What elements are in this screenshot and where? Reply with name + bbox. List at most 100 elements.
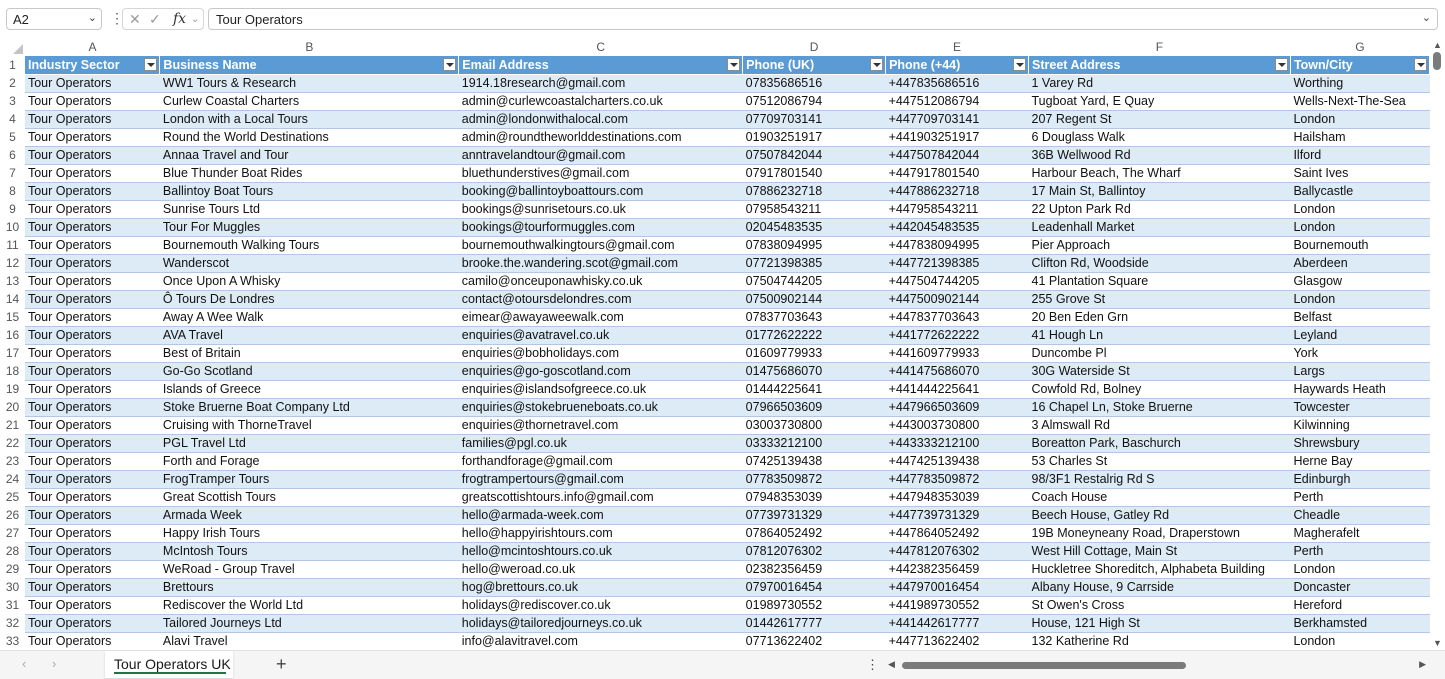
table-cell[interactable]: Tour Operators xyxy=(24,272,160,291)
table-cell[interactable]: enquiries@avatravel.co.uk xyxy=(458,326,743,345)
table-cell[interactable]: forthandforage@gmail.com xyxy=(458,452,743,471)
row-number[interactable]: 33 xyxy=(0,632,25,650)
table-cell[interactable]: St Owen's Cross xyxy=(1028,596,1291,615)
table-cell[interactable]: Tour Operators xyxy=(24,308,160,327)
table-cell[interactable]: anntravelandtour@gmail.com xyxy=(458,146,743,165)
table-cell[interactable]: Best of Britain xyxy=(159,344,459,363)
table-cell[interactable]: 07783509872 xyxy=(742,470,886,489)
table-cell[interactable]: Huckletree Shoreditch, Alphabeta Buildin… xyxy=(1028,560,1291,579)
table-cell[interactable]: Doncaster xyxy=(1290,578,1430,597)
table-cell[interactable]: 53 Charles St xyxy=(1028,452,1291,471)
row-number[interactable]: 8 xyxy=(0,182,25,200)
table-cell[interactable]: Tour Operators xyxy=(24,380,160,399)
table-cell[interactable]: frogtrampertours@gmail.com xyxy=(458,470,743,489)
table-cell[interactable]: +447886232718 xyxy=(885,182,1029,201)
table-cell[interactable]: AVA Travel xyxy=(159,326,459,345)
table-cell[interactable]: Blue Thunder Boat Rides xyxy=(159,164,459,183)
table-cell[interactable]: +447812076302 xyxy=(885,542,1029,561)
table-cell[interactable]: Edinburgh xyxy=(1290,470,1430,489)
table-cell[interactable]: London xyxy=(1290,632,1430,650)
table-cell[interactable]: 07739731329 xyxy=(742,506,886,525)
table-cell[interactable]: London with a Local Tours xyxy=(159,110,459,129)
table-cell[interactable]: contact@otoursdelondres.com xyxy=(458,290,743,309)
table-cell[interactable]: 36B Wellwood Rd xyxy=(1028,146,1291,165)
table-cell[interactable]: Towcester xyxy=(1290,398,1430,417)
table-cell[interactable]: greatscottishtours.info@gmail.com xyxy=(458,488,743,507)
name-box[interactable]: A2 ⌄ xyxy=(6,8,102,30)
table-cell[interactable]: Tour Operators xyxy=(24,452,160,471)
table-cell[interactable]: +441989730552 xyxy=(885,596,1029,615)
row-number[interactable]: 2 xyxy=(0,74,25,92)
row-number[interactable]: 21 xyxy=(0,416,25,434)
row-number[interactable]: 30 xyxy=(0,578,25,596)
table-cell[interactable]: +447507842044 xyxy=(885,146,1029,165)
table-cell[interactable]: Ô Tours De Londres xyxy=(159,290,459,309)
row-number[interactable]: 15 xyxy=(0,308,25,326)
table-cell[interactable]: +447917801540 xyxy=(885,164,1029,183)
table-cell[interactable]: Duncombe Pl xyxy=(1028,344,1291,363)
table-cell[interactable]: 07917801540 xyxy=(742,164,886,183)
scroll-down-icon[interactable]: ▼ xyxy=(1433,638,1442,648)
table-cell[interactable]: holidays@tailoredjourneys.co.uk xyxy=(458,614,743,633)
formula-input[interactable]: Tour Operators ⌄ xyxy=(208,8,1438,30)
table-cell[interactable]: House, 121 High St xyxy=(1028,614,1291,633)
filter-dropdown-icon[interactable] xyxy=(727,58,741,71)
column-header-f[interactable]: F xyxy=(1028,38,1291,56)
table-cell[interactable]: 19B Moneyneany Road, Draperstown xyxy=(1028,524,1291,543)
row-number[interactable]: 16 xyxy=(0,326,25,344)
row-number[interactable]: 13 xyxy=(0,272,25,290)
table-cell[interactable]: Tour For Muggles xyxy=(159,218,459,237)
row-number[interactable]: 29 xyxy=(0,560,25,578)
table-cell[interactable]: Tour Operators xyxy=(24,362,160,381)
table-cell[interactable]: WW1 Tours & Research xyxy=(159,74,459,93)
table-cell[interactable]: enquiries@go-goscotland.com xyxy=(458,362,743,381)
table-cell[interactable]: 07713622402 xyxy=(742,632,886,650)
header-cell[interactable]: Town/City xyxy=(1290,56,1430,75)
filter-dropdown-icon[interactable] xyxy=(1274,58,1288,71)
row-number[interactable]: 3 xyxy=(0,92,25,110)
table-cell[interactable]: Tour Operators xyxy=(24,146,160,165)
scroll-right-icon[interactable]: ▶ xyxy=(1419,659,1426,670)
table-cell[interactable]: Great Scottish Tours xyxy=(159,488,459,507)
table-cell[interactable]: PGL Travel Ltd xyxy=(159,434,459,453)
table-cell[interactable]: admin@roundtheworlddestinations.com xyxy=(458,128,743,147)
table-cell[interactable]: WeRoad - Group Travel xyxy=(159,560,459,579)
table-cell[interactable]: Tour Operators xyxy=(24,596,160,615)
table-cell[interactable]: +441903251917 xyxy=(885,128,1029,147)
table-cell[interactable]: +447864052492 xyxy=(885,524,1029,543)
table-cell[interactable]: Boreatton Park, Baschurch xyxy=(1028,434,1291,453)
table-cell[interactable]: +441772622222 xyxy=(885,326,1029,345)
table-cell[interactable]: +447783509872 xyxy=(885,470,1029,489)
table-cell[interactable]: 6 Douglass Walk xyxy=(1028,128,1291,147)
table-cell[interactable]: +441442617777 xyxy=(885,614,1029,633)
chevron-down-icon[interactable]: ⌄ xyxy=(88,11,97,24)
table-cell[interactable]: McIntosh Tours xyxy=(159,542,459,561)
table-cell[interactable]: 01989730552 xyxy=(742,596,886,615)
table-cell[interactable]: +447970016454 xyxy=(885,578,1029,597)
table-cell[interactable]: 07948353039 xyxy=(742,488,886,507)
table-cell[interactable]: Armada Week xyxy=(159,506,459,525)
table-cell[interactable]: Herne Bay xyxy=(1290,452,1430,471)
table-cell[interactable]: 03003730800 xyxy=(742,416,886,435)
table-cell[interactable]: hello@weroad.co.uk xyxy=(458,560,743,579)
row-number[interactable]: 11 xyxy=(0,236,25,254)
table-cell[interactable]: hello@happyirishtours.com xyxy=(458,524,743,543)
table-cell[interactable]: bookings@tourformuggles.com xyxy=(458,218,743,237)
table-cell[interactable]: enquiries@bobholidays.com xyxy=(458,344,743,363)
table-cell[interactable]: +441609779933 xyxy=(885,344,1029,363)
table-cell[interactable]: Glasgow xyxy=(1290,272,1430,291)
table-cell[interactable]: +447425139438 xyxy=(885,452,1029,471)
table-cell[interactable]: Tour Operators xyxy=(24,506,160,525)
table-cell[interactable]: Alavi Travel xyxy=(159,632,459,650)
table-cell[interactable]: 03333212100 xyxy=(742,434,886,453)
table-cell[interactable]: Tour Operators xyxy=(24,290,160,309)
table-cell[interactable]: 16 Chapel Ln, Stoke Bruerne xyxy=(1028,398,1291,417)
table-cell[interactable]: Once Upon A Whisky xyxy=(159,272,459,291)
table-cell[interactable]: +447837703643 xyxy=(885,308,1029,327)
table-cell[interactable]: Go-Go Scotland xyxy=(159,362,459,381)
row-number[interactable]: 14 xyxy=(0,290,25,308)
filter-dropdown-icon[interactable] xyxy=(1013,58,1026,71)
table-cell[interactable]: enquiries@thornetravel.com xyxy=(458,416,743,435)
row-number[interactable]: 19 xyxy=(0,380,25,398)
table-cell[interactable]: 01475686070 xyxy=(742,362,886,381)
